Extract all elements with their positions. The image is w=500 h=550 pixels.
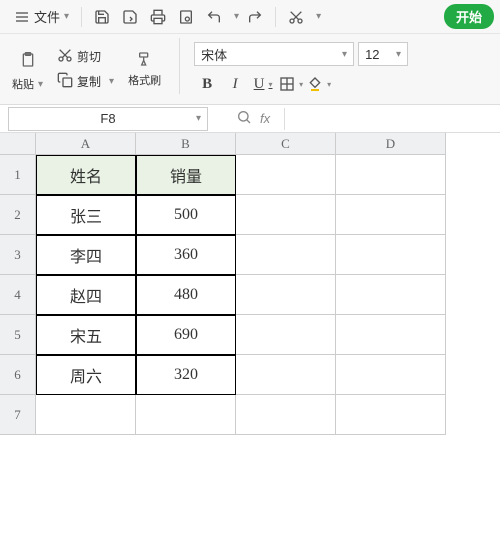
cell-D2[interactable] [336, 195, 446, 235]
cell-C7[interactable] [236, 395, 336, 435]
file-label: 文件 [34, 7, 60, 26]
cell-B6[interactable]: 320 [136, 355, 236, 395]
cell-B2[interactable]: 500 [136, 195, 236, 235]
cell-D5[interactable] [336, 315, 446, 355]
chevron-down-icon: ▾ [342, 49, 347, 60]
format-painter-button[interactable]: 格式刷 [124, 38, 165, 100]
cell-A7[interactable] [36, 395, 136, 435]
ribbon-toolbar: 文件 ▾ ▾ ▾ 开始 粘贴 ▾ 剪切 复制▾ 格式刷 宋体▾ [0, 0, 500, 105]
cell-A6[interactable]: 周六 [36, 355, 136, 395]
formula-bar: F8 ▾ fx [0, 105, 500, 133]
cell-A2[interactable]: 张三 [36, 195, 136, 235]
fill-color-button[interactable]: ▾ [306, 72, 332, 96]
ribbon-home: 粘贴 ▾ 剪切 复制▾ 格式刷 宋体▾ 12▾ B I U▾ ▾ ▾ [0, 34, 500, 104]
col-header-C[interactable]: C [236, 133, 336, 155]
scissors-icon [57, 47, 73, 66]
cell-B5[interactable]: 690 [136, 315, 236, 355]
cell-A1[interactable]: 姓名 [36, 155, 136, 195]
cell-B4[interactable]: 480 [136, 275, 236, 315]
save-icon[interactable] [90, 5, 114, 29]
separator [179, 38, 180, 94]
name-box[interactable]: F8 ▾ [8, 107, 208, 131]
cell-C3[interactable] [236, 235, 336, 275]
copy-icon [57, 72, 73, 91]
select-all-corner[interactable] [0, 133, 36, 155]
save-as-icon[interactable] [118, 5, 142, 29]
col-header-A[interactable]: A [36, 133, 136, 155]
col-header-D[interactable]: D [336, 133, 446, 155]
row-header-6[interactable]: 6 [0, 355, 36, 395]
italic-button[interactable]: I [222, 72, 248, 96]
undo-icon[interactable] [202, 5, 226, 29]
menubar: 文件 ▾ ▾ ▾ 开始 [0, 0, 500, 34]
border-button[interactable]: ▾ [278, 72, 304, 96]
separator [81, 7, 82, 27]
cell-B7[interactable] [136, 395, 236, 435]
cell-C1[interactable] [236, 155, 336, 195]
cut-copy-group: 剪切 复制▾ [57, 38, 114, 100]
tab-start[interactable]: 开始 [444, 4, 494, 29]
cut-icon[interactable] [284, 5, 308, 29]
cell-D1[interactable] [336, 155, 446, 195]
fx-label[interactable]: fx [260, 111, 270, 126]
chevron-down-icon[interactable]: ▾ [234, 11, 239, 22]
cell-D3[interactable] [336, 235, 446, 275]
redo-icon[interactable] [243, 5, 267, 29]
row-header-4[interactable]: 4 [0, 275, 36, 315]
paintbrush-icon [137, 51, 153, 70]
cell-C6[interactable] [236, 355, 336, 395]
cut-button[interactable]: 剪切 [57, 47, 114, 66]
font-section: 宋体▾ 12▾ B I U▾ ▾ ▾ [194, 38, 492, 100]
separator [275, 7, 276, 27]
row-header-3[interactable]: 3 [0, 235, 36, 275]
row-header-2[interactable]: 2 [0, 195, 36, 235]
print-preview-icon[interactable] [174, 5, 198, 29]
chevron-down-icon: ▾ [109, 76, 114, 87]
paste-label: 粘贴 [12, 76, 34, 92]
row-header-7[interactable]: 7 [0, 395, 36, 435]
copy-button[interactable]: 复制▾ [57, 72, 114, 91]
cell-B3[interactable]: 360 [136, 235, 236, 275]
chevron-down-icon: ▾ [64, 11, 69, 22]
formula-input[interactable] [284, 108, 500, 130]
cell-A3[interactable]: 李四 [36, 235, 136, 275]
cell-C2[interactable] [236, 195, 336, 235]
chevron-down-icon: ▾ [38, 79, 43, 90]
paste-icon [13, 46, 43, 74]
paste-group[interactable]: 粘贴 ▾ [8, 38, 47, 100]
bold-button[interactable]: B [194, 72, 220, 96]
menu-icon [10, 5, 34, 29]
row-header-5[interactable]: 5 [0, 315, 36, 355]
cell-D7[interactable] [336, 395, 446, 435]
spreadsheet-grid: A B C D 1 姓名 销量 2 张三 500 3 李四 360 4 赵四 4… [0, 133, 500, 435]
cell-B1[interactable]: 销量 [136, 155, 236, 195]
chevron-down-icon[interactable]: ▾ [316, 11, 321, 22]
print-icon[interactable] [146, 5, 170, 29]
row-header-1[interactable]: 1 [0, 155, 36, 195]
cell-A5[interactable]: 宋五 [36, 315, 136, 355]
zoom-icon[interactable] [236, 109, 252, 128]
chevron-down-icon: ▾ [196, 113, 201, 124]
menu-file[interactable]: 文件 ▾ [6, 5, 73, 29]
cell-D4[interactable] [336, 275, 446, 315]
col-header-B[interactable]: B [136, 133, 236, 155]
chevron-down-icon: ▾ [396, 49, 401, 60]
underline-button[interactable]: U▾ [250, 72, 276, 96]
font-size-select[interactable]: 12▾ [358, 42, 408, 66]
cell-C4[interactable] [236, 275, 336, 315]
cell-D6[interactable] [336, 355, 446, 395]
font-name-select[interactable]: 宋体▾ [194, 42, 354, 66]
cell-C5[interactable] [236, 315, 336, 355]
cell-A4[interactable]: 赵四 [36, 275, 136, 315]
